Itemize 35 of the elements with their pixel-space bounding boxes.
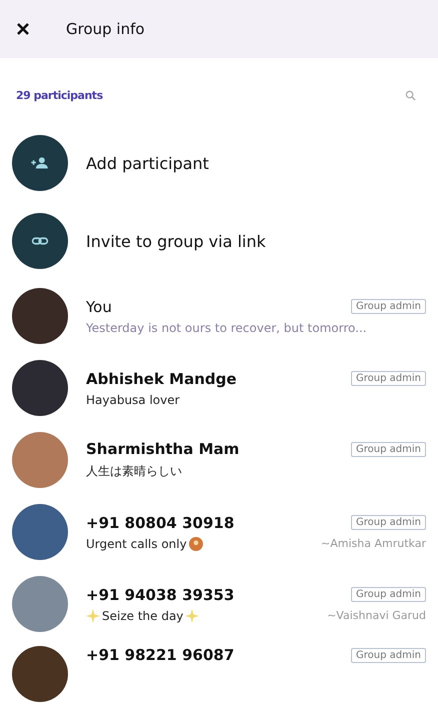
member-about: 人生は素晴らしい — [86, 463, 182, 480]
member-item[interactable]: You Group admin Yesterday is not ours to recover, but tomorro... — [0, 280, 438, 352]
member-about: Urgent calls only — [86, 536, 187, 550]
admin-badge: Group admin — [351, 299, 426, 314]
member-about: Hayabusa lover — [86, 392, 180, 406]
push-name: ~Amisha Amrutkar — [321, 537, 426, 550]
admin-badge: Group admin — [351, 515, 426, 530]
member-name: Abhishek Mandge — [86, 370, 237, 388]
member-name: +91 80804 30918 — [86, 514, 234, 532]
sparkle-icon — [86, 608, 100, 622]
member-item[interactable]: Abhishek Mandge Group admin Hayabusa lover — [0, 352, 438, 424]
member-item[interactable]: +91 80804 30918 Group admin Urgent calls only ~Amisha Amrutkar — [0, 496, 438, 568]
member-name: Sharmishtha Mam — [86, 440, 240, 458]
admin-badge: Group admin — [351, 442, 426, 456]
admin-badge: Group admin — [351, 648, 426, 662]
member-name: +91 98221 96087 — [86, 646, 234, 664]
member-about: Yesterday is not ours to recover, but tomorro... — [86, 320, 367, 334]
member-name: You — [86, 298, 112, 316]
sparkle-icon — [185, 608, 200, 622]
action-item[interactable]: Invite to group via link — [0, 202, 438, 280]
admin-badge: Group admin — [351, 371, 426, 386]
admin-badge: Group admin — [351, 587, 426, 602]
member-name: +91 94038 39353 — [86, 586, 234, 604]
action-label: Invite to group via link — [86, 232, 266, 250]
member-item[interactable]: +91 94038 39353 Group admin Seize the day ~Vaishnavi Garud — [0, 568, 438, 640]
close-icon[interactable] — [16, 22, 30, 36]
member-item[interactable]: Sharmishtha Mam Group admin 人生は素晴らしい — [0, 424, 438, 496]
push-name: ~Vaishnavi Garud — [327, 609, 426, 622]
action-label: Add participant — [86, 154, 209, 172]
action-item[interactable]: Add participant — [0, 124, 438, 202]
member-item[interactable]: +91 98221 96087 Group admin — [0, 640, 438, 702]
emoji-icon — [188, 536, 203, 550]
member-about: Seize the day — [102, 608, 184, 622]
participants-count: 29 participants — [16, 88, 103, 102]
window-title: Group info — [66, 20, 145, 38]
